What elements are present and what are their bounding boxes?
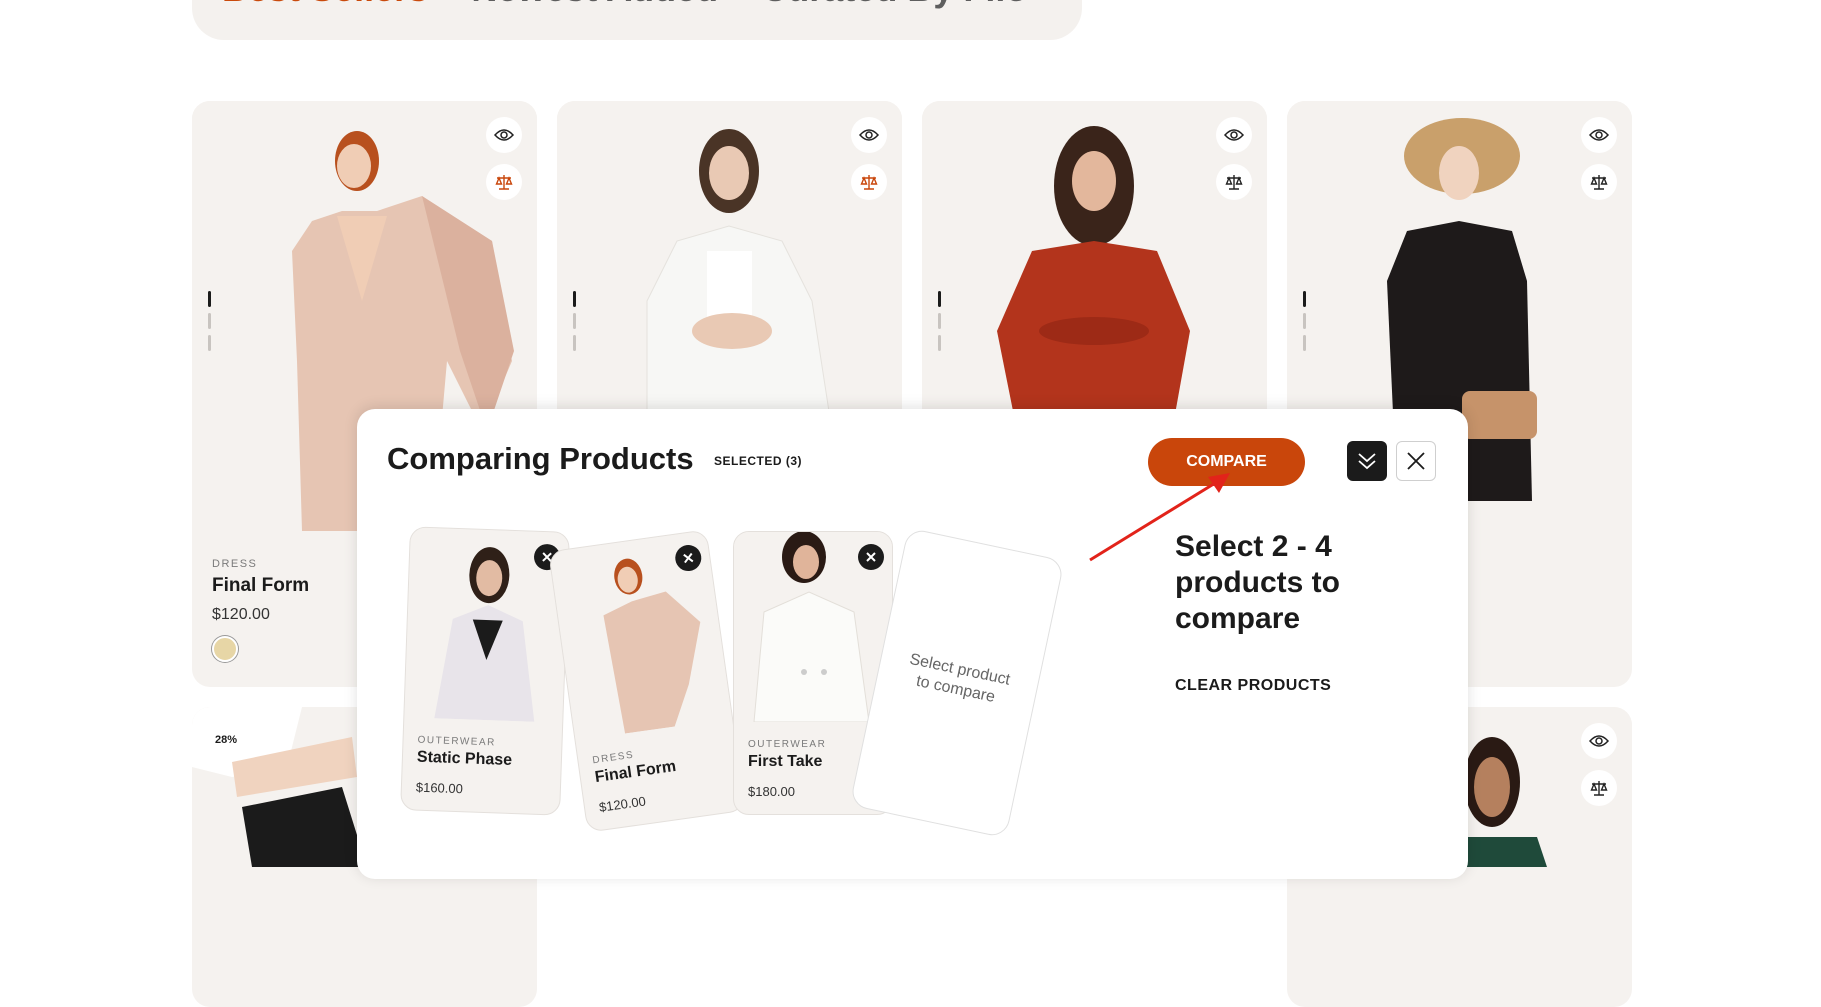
compare-panel: Comparing Products SELECTED (3) COMPARE … <box>357 409 1468 879</box>
compare-toggle-button[interactable] <box>486 164 522 200</box>
selected-count: SELECTED (3) <box>714 454 803 468</box>
compare-item-category: OUTERWEAR <box>748 739 827 750</box>
product-price: $120.00 <box>212 606 270 623</box>
remove-item-button[interactable] <box>858 544 884 570</box>
quick-view-button[interactable] <box>1581 723 1617 759</box>
product-name[interactable]: Final Form <box>212 575 309 597</box>
image-pager[interactable] <box>1303 291 1307 357</box>
quick-view-button[interactable] <box>1581 117 1617 153</box>
clear-products-button[interactable]: CLEAR PRODUCTS <box>1175 677 1331 695</box>
compare-item-name: First Take <box>748 753 823 770</box>
image-pager[interactable] <box>938 291 942 357</box>
compare-item-image <box>549 530 733 741</box>
quick-view-button[interactable] <box>1216 117 1252 153</box>
compare-item[interactable]: DRESS Final Form $120.00 <box>548 529 746 833</box>
eye-icon <box>494 129 514 141</box>
compare-item-price: $160.00 <box>415 779 464 797</box>
compare-toggle-button[interactable] <box>851 164 887 200</box>
compare-scale-icon <box>1590 781 1608 796</box>
tab-curated-by-filo[interactable]: Curated By Filo <box>761 0 1027 10</box>
compare-scale-icon <box>860 175 878 190</box>
tab-newest-added[interactable]: Newest Added <box>471 0 718 10</box>
compare-panel-title: Comparing Products <box>387 441 694 476</box>
annotation-arrow <box>1089 473 1230 562</box>
tab-separator: / <box>446 0 453 5</box>
product-category: DRESS <box>212 558 258 570</box>
quick-view-button[interactable] <box>851 117 887 153</box>
tab-separator: / <box>736 0 743 5</box>
close-icon <box>1407 452 1425 470</box>
collection-tabs: Best Sellers / Newest Added / Curated By… <box>192 0 1082 40</box>
empty-slot-label: Select product to compare <box>908 650 1012 706</box>
color-swatch[interactable] <box>212 636 238 662</box>
compare-item-price: $120.00 <box>598 793 647 815</box>
compare-toggle-button[interactable] <box>1216 164 1252 200</box>
compare-item-price: $180.00 <box>748 784 795 799</box>
collapse-panel-button[interactable] <box>1347 441 1387 481</box>
tab-best-sellers[interactable]: Best Sellers <box>222 0 428 10</box>
discount-badge: 28% <box>208 722 244 758</box>
close-icon <box>866 552 876 562</box>
image-pager[interactable] <box>208 291 212 357</box>
compare-item-name: Static Phase <box>416 748 513 769</box>
image-pager[interactable] <box>573 291 577 357</box>
chevron-double-down-icon <box>1358 453 1376 470</box>
compare-toggle-button[interactable] <box>1581 164 1617 200</box>
close-icon <box>683 552 694 564</box>
compare-toggle-button[interactable] <box>1581 770 1617 806</box>
compare-scale-icon <box>495 175 513 190</box>
compare-scale-icon <box>1590 175 1608 190</box>
eye-icon <box>1589 735 1609 747</box>
quick-view-button[interactable] <box>486 117 522 153</box>
compare-item-category: OUTERWEAR <box>417 734 497 749</box>
eye-icon <box>1589 129 1609 141</box>
eye-icon <box>1224 129 1244 141</box>
compare-item[interactable]: OUTERWEAR Static Phase $160.00 <box>400 526 570 816</box>
eye-icon <box>859 129 879 141</box>
compare-scale-icon <box>1225 175 1243 190</box>
close-panel-button[interactable] <box>1396 441 1436 481</box>
